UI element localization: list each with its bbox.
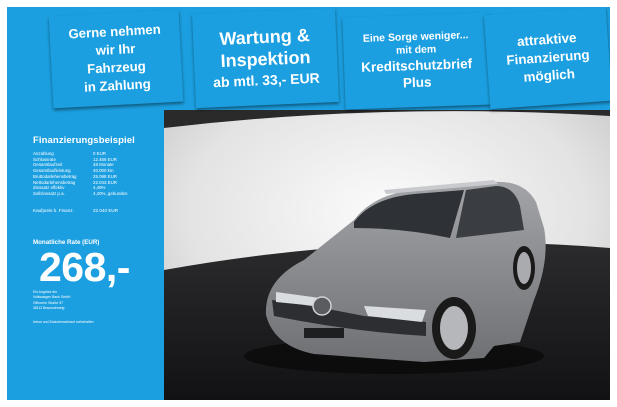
purchase-price-row: Kaufpreis b. Finanz. 22.040 EUR: [33, 208, 118, 213]
footnote: Irrtum und Zwischenverkauf vorbehalten: [33, 320, 94, 324]
purchase-price-value: 22.040 EUR: [93, 208, 119, 213]
financing-banner: attraktive Finanzierung möglich: [483, 7, 610, 110]
dealer-line: 38112 Braunschweig: [33, 306, 65, 311]
dealer-info: Ein Angebot der Volkswagen Bank GmbH Gif…: [33, 290, 71, 312]
monthly-rate-value: 268,-: [39, 244, 130, 290]
car-photo: [164, 110, 610, 400]
finance-row: Sollzinssatz p.a. 4,40%, gebunden: [33, 190, 128, 196]
finance-title: Finanzierungsbeispiel: [33, 135, 135, 146]
service-banner: Wartung & Inspektion ab mtl. 33,- EUR: [192, 7, 339, 109]
trade-in-banner: Gerne nehmen wir Ihr Fahrzeug in Zahlung: [48, 9, 184, 109]
credit-protection-banner: Eine Sorge weniger... mit dem Kreditschu…: [342, 12, 491, 110]
car-illustration: [164, 110, 610, 400]
purchase-price-label: Kaufpreis b. Finanz.: [33, 208, 74, 213]
finance-table: Anzahlung 0 EUR Schlussrate 12.466 EUR Ges…: [33, 151, 127, 197]
ad-frame: Finanzierungsbeispiel Anzahlung 0 EUR Sch…: [7, 7, 610, 400]
ad-canvas: Finanzierungsbeispiel Anzahlung 0 EUR Sch…: [0, 0, 617, 407]
